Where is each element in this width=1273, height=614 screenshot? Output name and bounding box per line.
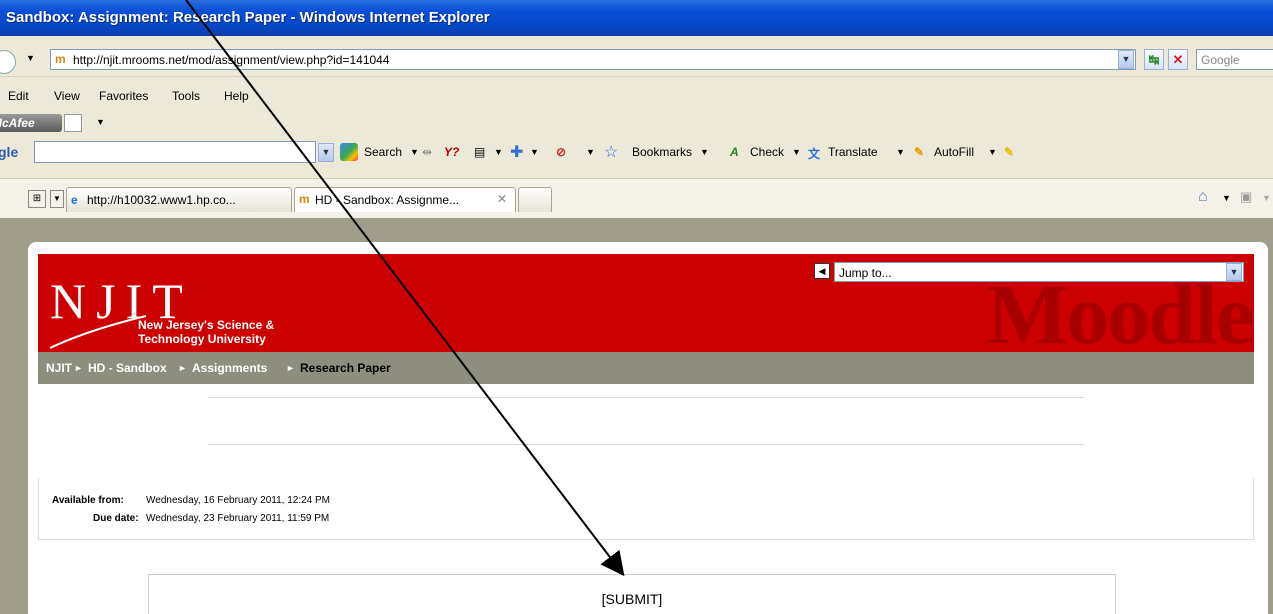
google-g-icon bbox=[340, 143, 358, 161]
breadcrumb-current: Research Paper bbox=[300, 361, 391, 375]
address-input[interactable]: m http://njit.mrooms.net/mod/assignment/… bbox=[50, 49, 1136, 70]
close-tab-icon[interactable]: ✕ bbox=[497, 192, 507, 206]
tab-hp-label: http://h10032.www1.hp.co... bbox=[87, 193, 236, 207]
window-title: Sandbox: Assignment: Research Paper - Wi… bbox=[6, 9, 490, 26]
moodle-tab-icon: m bbox=[299, 192, 310, 206]
back-button[interactable] bbox=[0, 50, 16, 74]
autofill-icon[interactable]: ✎ bbox=[914, 145, 924, 159]
plus-dropdown-icon[interactable]: ▼ bbox=[530, 147, 539, 157]
mcafee-toolbar: McAfee ▼ bbox=[0, 112, 1273, 136]
tab-list-button[interactable]: ▼ bbox=[50, 190, 64, 208]
search-dropdown-icon[interactable]: ▼ bbox=[410, 147, 419, 157]
divider-2 bbox=[208, 444, 1084, 445]
mcafee-label: McAfee bbox=[0, 116, 35, 130]
yahoo-icon[interactable]: Y? bbox=[444, 145, 459, 159]
address-dropdown-icon[interactable]: ▼ bbox=[1118, 50, 1134, 69]
jump-back-icon[interactable]: ◀ bbox=[814, 263, 830, 279]
translate-icon[interactable]: 文 bbox=[808, 145, 820, 162]
breadcrumb-njit[interactable]: NJIT bbox=[46, 361, 72, 375]
breadcrumb-sep-icon: ► bbox=[178, 363, 187, 373]
moodle-favicon-icon: m bbox=[55, 52, 66, 66]
search-input[interactable]: Google bbox=[1196, 49, 1273, 70]
highlighter-icon[interactable]: ✎ bbox=[1004, 145, 1014, 159]
home-icon[interactable]: ⌂ bbox=[1198, 188, 1208, 206]
star-icon[interactable]: ☆ bbox=[604, 142, 618, 162]
arrows-icon[interactable]: ⇹ bbox=[422, 145, 432, 159]
feeds-dropdown-icon[interactable]: ▼ bbox=[1262, 193, 1271, 203]
google-toolbar: gle ▼ Search ▼ ⇹ Y? ▤ ▼ ✚ ▼ ⊘ ▼ ☆ Bookma… bbox=[0, 138, 1273, 168]
moodle-watermark: Moodle bbox=[986, 266, 1254, 362]
ie-icon: e bbox=[71, 193, 78, 207]
bookmarks-dropdown-icon[interactable]: ▼ bbox=[700, 147, 709, 157]
translate-button[interactable]: Translate bbox=[828, 145, 878, 159]
tagline-line-1: New Jersey's Science & bbox=[138, 318, 275, 332]
new-tab-button[interactable] bbox=[518, 187, 552, 212]
address-url: http://njit.mrooms.net/mod/assignment/vi… bbox=[73, 53, 390, 67]
jump-dropdown-icon[interactable]: ▼ bbox=[1226, 263, 1242, 281]
home-dropdown-icon[interactable]: ▼ bbox=[1222, 193, 1231, 203]
search-button[interactable]: Search bbox=[364, 145, 402, 159]
google-logo: gle bbox=[0, 144, 19, 160]
menu-tools[interactable]: Tools bbox=[172, 89, 200, 103]
autofill-button[interactable]: AutoFill bbox=[934, 145, 974, 159]
search-placeholder: Google bbox=[1201, 53, 1240, 67]
available-from-label: Available from: bbox=[52, 495, 124, 506]
google-search-dropdown-icon[interactable]: ▼ bbox=[318, 143, 334, 162]
dates-box: Available from: Wednesday, 16 February 2… bbox=[38, 478, 1254, 540]
history-dropdown-icon[interactable]: ▼ bbox=[26, 53, 35, 63]
popup-dropdown-icon[interactable]: ▼ bbox=[586, 147, 595, 157]
tagline-line-2: Technology University bbox=[138, 332, 266, 346]
window-title-bar[interactable]: Sandbox: Assignment: Research Paper - Wi… bbox=[0, 0, 1273, 36]
tab-sandbox[interactable]: m HD - Sandbox: Assignme... ✕ bbox=[294, 187, 516, 212]
logo-swoosh bbox=[49, 315, 147, 349]
due-date-value: Wednesday, 23 February 2011, 11:59 PM bbox=[146, 513, 330, 524]
spellcheck-icon[interactable]: A bbox=[730, 145, 739, 159]
tab-bar: ⊞ ▼ e http://h10032.www1.hp.co... m HD -… bbox=[0, 178, 1273, 220]
menu-favorites[interactable]: Favorites bbox=[99, 89, 148, 103]
quick-tabs-button[interactable]: ⊞ bbox=[28, 190, 46, 208]
feeds-icon[interactable]: ▣ bbox=[1240, 189, 1252, 205]
menu-edit[interactable]: Edit bbox=[8, 89, 29, 103]
due-date-label: Due date: bbox=[93, 513, 139, 524]
jump-to-select[interactable]: Jump to... ▼ bbox=[834, 262, 1244, 282]
submit-placeholder[interactable]: [SUBMIT] bbox=[149, 591, 1115, 607]
breadcrumb: NJIT ► HD - Sandbox ► Assignments ► Rese… bbox=[38, 352, 1254, 384]
breadcrumb-sep-icon: ► bbox=[74, 363, 83, 373]
page-dropdown-icon[interactable]: ▼ bbox=[494, 147, 503, 157]
popup-blocker-icon[interactable]: ⊘ bbox=[556, 145, 566, 159]
jump-to-value: Jump to... bbox=[839, 266, 892, 280]
site-header: Moodle NJIT New Jersey's Science & Techn… bbox=[38, 254, 1254, 362]
breadcrumb-sep-icon: ► bbox=[286, 363, 295, 373]
mcafee-shield-icon bbox=[64, 114, 82, 132]
mcafee-dropdown-icon[interactable]: ▼ bbox=[96, 117, 105, 127]
google-search-input[interactable] bbox=[34, 141, 316, 163]
bookmarks-button[interactable]: Bookmarks bbox=[632, 145, 692, 159]
stop-button[interactable]: ✕ bbox=[1168, 49, 1188, 70]
submission-box: [SUBMIT] bbox=[148, 574, 1116, 614]
translate-dropdown-icon[interactable]: ▼ bbox=[896, 147, 905, 157]
divider-1 bbox=[208, 397, 1084, 398]
refresh-button[interactable]: ↹ bbox=[1144, 49, 1164, 70]
page-icon[interactable]: ▤ bbox=[474, 145, 485, 159]
plus-icon[interactable]: ✚ bbox=[510, 142, 523, 162]
menu-view[interactable]: View bbox=[54, 89, 80, 103]
address-bar-row: ▼ m http://njit.mrooms.net/mod/assignmen… bbox=[0, 44, 1273, 77]
menu-help[interactable]: Help bbox=[224, 89, 249, 103]
menu-bar: Edit View Favorites Tools Help bbox=[0, 84, 1273, 110]
tab-hp[interactable]: e http://h10032.www1.hp.co... bbox=[66, 187, 292, 212]
available-from-value: Wednesday, 16 February 2011, 12:24 PM bbox=[146, 495, 330, 506]
check-dropdown-icon[interactable]: ▼ bbox=[792, 147, 801, 157]
check-button[interactable]: Check bbox=[750, 145, 784, 159]
breadcrumb-sandbox[interactable]: HD - Sandbox bbox=[88, 361, 167, 375]
mcafee-button[interactable]: McAfee bbox=[0, 114, 62, 132]
breadcrumb-assignments[interactable]: Assignments bbox=[192, 361, 267, 375]
autofill-dropdown-icon[interactable]: ▼ bbox=[988, 147, 997, 157]
tab-sandbox-label: HD - Sandbox: Assignme... bbox=[315, 193, 460, 207]
